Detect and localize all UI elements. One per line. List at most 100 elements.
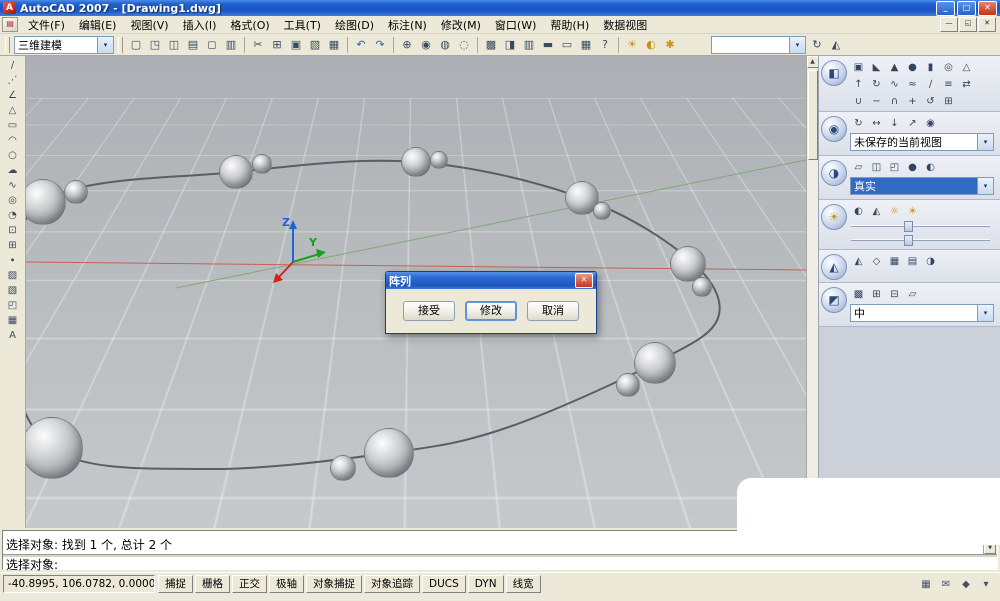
visual-style-panel-icon[interactable]: ◑ bbox=[821, 160, 847, 186]
undo-icon[interactable]: ↶ bbox=[352, 36, 370, 54]
viewport-scrollbar[interactable]: ▲ ▼ bbox=[806, 56, 818, 528]
convert-icon[interactable]: ⇄ bbox=[958, 76, 975, 92]
sun-icon[interactable]: ☀ bbox=[623, 36, 641, 54]
extrude-icon[interactable]: ↑ bbox=[850, 76, 867, 92]
light-slider[interactable] bbox=[851, 235, 990, 245]
toolbar-grip[interactable] bbox=[5, 37, 10, 53]
menu-item-3[interactable]: 视图(V) bbox=[123, 15, 175, 35]
fly-icon[interactable]: ↗ bbox=[904, 115, 921, 131]
render-panel-icon[interactable]: ◭ bbox=[821, 254, 847, 280]
menu-item-11[interactable]: 帮助(H) bbox=[543, 15, 596, 35]
model-space-icon[interactable]: ▦ bbox=[917, 575, 935, 593]
menu-item-8[interactable]: 标注(N) bbox=[381, 15, 434, 35]
cylinder-icon[interactable]: ▮ bbox=[922, 59, 939, 75]
3d-move-icon[interactable]: + bbox=[904, 93, 921, 109]
array-ellipse-path[interactable] bbox=[26, 161, 720, 469]
sweep-icon[interactable]: ∿ bbox=[886, 76, 903, 92]
toggle-polar[interactable]: 极轴 bbox=[269, 575, 304, 593]
conceptual-icon[interactable]: ◐ bbox=[922, 159, 939, 175]
material-editor-icon[interactable]: ▩ bbox=[850, 286, 867, 302]
sphere-object[interactable] bbox=[219, 155, 253, 189]
render-window-icon[interactable]: ▦ bbox=[886, 253, 903, 269]
designcenter-icon[interactable]: ◨ bbox=[501, 36, 519, 54]
table-icon[interactable]: ▦ bbox=[2, 313, 24, 328]
chevron-down-icon[interactable]: ▾ bbox=[789, 37, 805, 53]
dialog-title-bar[interactable]: 阵列 ✕ bbox=[386, 272, 596, 289]
help-icon[interactable]: ? bbox=[596, 36, 614, 54]
qnew-icon[interactable]: ▢ bbox=[127, 36, 145, 54]
scroll-up-icon[interactable]: ▲ bbox=[807, 56, 819, 68]
plot-preview-icon[interactable]: ◻ bbox=[203, 36, 221, 54]
planar-mapping-icon[interactable]: ▱ bbox=[904, 286, 921, 302]
menu-item-2[interactable]: 编辑(E) bbox=[72, 15, 124, 35]
toggle-ducs[interactable]: DUCS bbox=[422, 575, 466, 593]
subtract-icon[interactable]: − bbox=[868, 93, 885, 109]
construction-line-icon[interactable]: ⋰ bbox=[2, 73, 24, 88]
union-icon[interactable]: ∪ bbox=[850, 93, 867, 109]
point-light-icon[interactable]: ◐ bbox=[850, 203, 867, 219]
render-settings-icon[interactable]: ▤ bbox=[904, 253, 921, 269]
toolbar-grip[interactable] bbox=[118, 37, 123, 53]
workspace-dropdown[interactable]: 三维建模 ▾ bbox=[14, 36, 114, 54]
mdi-close-button[interactable]: ✕ bbox=[978, 17, 996, 32]
polygon-icon[interactable]: △ bbox=[2, 103, 24, 118]
sphere-icon[interactable]: ● bbox=[904, 59, 921, 75]
pan-icon[interactable]: ⊕ bbox=[398, 36, 416, 54]
paste-icon[interactable]: ▣ bbox=[287, 36, 305, 54]
cone-icon[interactable]: ▲ bbox=[886, 59, 903, 75]
named-view-dropdown[interactable]: ▾ bbox=[711, 36, 806, 54]
sphere-object[interactable] bbox=[692, 277, 712, 297]
drawing-icon[interactable]: ▤ bbox=[2, 17, 18, 32]
insert-block-icon[interactable]: ⊡ bbox=[2, 223, 24, 238]
distant-light-icon[interactable]: ☼ bbox=[886, 203, 903, 219]
box-icon[interactable]: ▣ bbox=[850, 59, 867, 75]
menu-item-1[interactable]: 文件(F) bbox=[21, 15, 72, 35]
chevron-down-icon[interactable]: ▾ bbox=[977, 134, 993, 150]
sphere-object[interactable] bbox=[634, 342, 676, 384]
toggle-grid[interactable]: 栅格 bbox=[195, 575, 230, 593]
restore-button[interactable]: □ bbox=[957, 1, 976, 16]
3d-orbit-icon[interactable]: ↻ bbox=[850, 115, 867, 131]
polyline-icon[interactable]: ∠ bbox=[2, 88, 24, 103]
coordinate-display[interactable]: -40.8995, 106.0782, 0.0000 bbox=[3, 575, 155, 593]
light-slider[interactable] bbox=[851, 221, 990, 231]
swivel-icon[interactable]: ↔ bbox=[868, 115, 885, 131]
toolbar-lock-icon[interactable]: ◆ bbox=[957, 575, 975, 593]
array-dialog[interactable]: 阵列 ✕ 接受 修改 取消 bbox=[385, 271, 597, 334]
cut-icon[interactable]: ✂ bbox=[249, 36, 267, 54]
sun-status-icon[interactable]: ☀ bbox=[904, 203, 921, 219]
open-icon[interactable]: ◳ bbox=[146, 36, 164, 54]
plot-icon[interactable]: ▤ bbox=[184, 36, 202, 54]
mdi-restore-button[interactable]: ◱ bbox=[959, 17, 977, 32]
menu-item-12[interactable]: 数据视图 bbox=[596, 15, 654, 35]
mdi-minimize-button[interactable]: — bbox=[940, 17, 958, 32]
ellipse-icon[interactable]: ◎ bbox=[2, 193, 24, 208]
toggle-otrack[interactable]: 对象追踪 bbox=[364, 575, 420, 593]
intersect-icon[interactable]: ∩ bbox=[886, 93, 903, 109]
material-level-dropdown[interactable]: 中▾ bbox=[850, 304, 994, 322]
gradient-icon[interactable]: ▧ bbox=[2, 283, 24, 298]
toggle-snap[interactable]: 捕捉 bbox=[158, 575, 193, 593]
3d-rotate-icon[interactable]: ↺ bbox=[922, 93, 939, 109]
close-button[interactable]: ✕ bbox=[978, 1, 997, 16]
copy-icon[interactable]: ⊞ bbox=[268, 36, 286, 54]
light-list-icon[interactable]: ✱ bbox=[661, 36, 679, 54]
menu-item-10[interactable]: 窗口(W) bbox=[488, 15, 543, 35]
pyramid-icon[interactable]: △ bbox=[958, 59, 975, 75]
zoom-realtime-icon[interactable]: ◉ bbox=[417, 36, 435, 54]
loft-icon[interactable]: ≈ bbox=[904, 76, 921, 92]
status-menu-icon[interactable]: ▾ bbox=[977, 575, 995, 593]
render-icon[interactable]: ◭ bbox=[850, 253, 867, 269]
thicken-icon[interactable]: ≡ bbox=[940, 76, 957, 92]
rectangle-icon[interactable]: ▭ bbox=[2, 118, 24, 133]
menu-item-5[interactable]: 格式(O) bbox=[223, 15, 276, 35]
slice-icon[interactable]: ∕ bbox=[922, 76, 939, 92]
sheetset-icon[interactable]: ▬ bbox=[539, 36, 557, 54]
region-icon[interactable]: ◰ bbox=[2, 298, 24, 313]
properties-icon[interactable]: ▩ bbox=[482, 36, 500, 54]
walk-icon[interactable]: ↓ bbox=[886, 115, 903, 131]
2d-wireframe-icon[interactable]: ▱ bbox=[850, 159, 867, 175]
scrollbar-thumb[interactable] bbox=[808, 70, 818, 160]
3d-wireframe-icon[interactable]: ◫ bbox=[868, 159, 885, 175]
chevron-down-icon[interactable]: ▾ bbox=[977, 305, 993, 321]
